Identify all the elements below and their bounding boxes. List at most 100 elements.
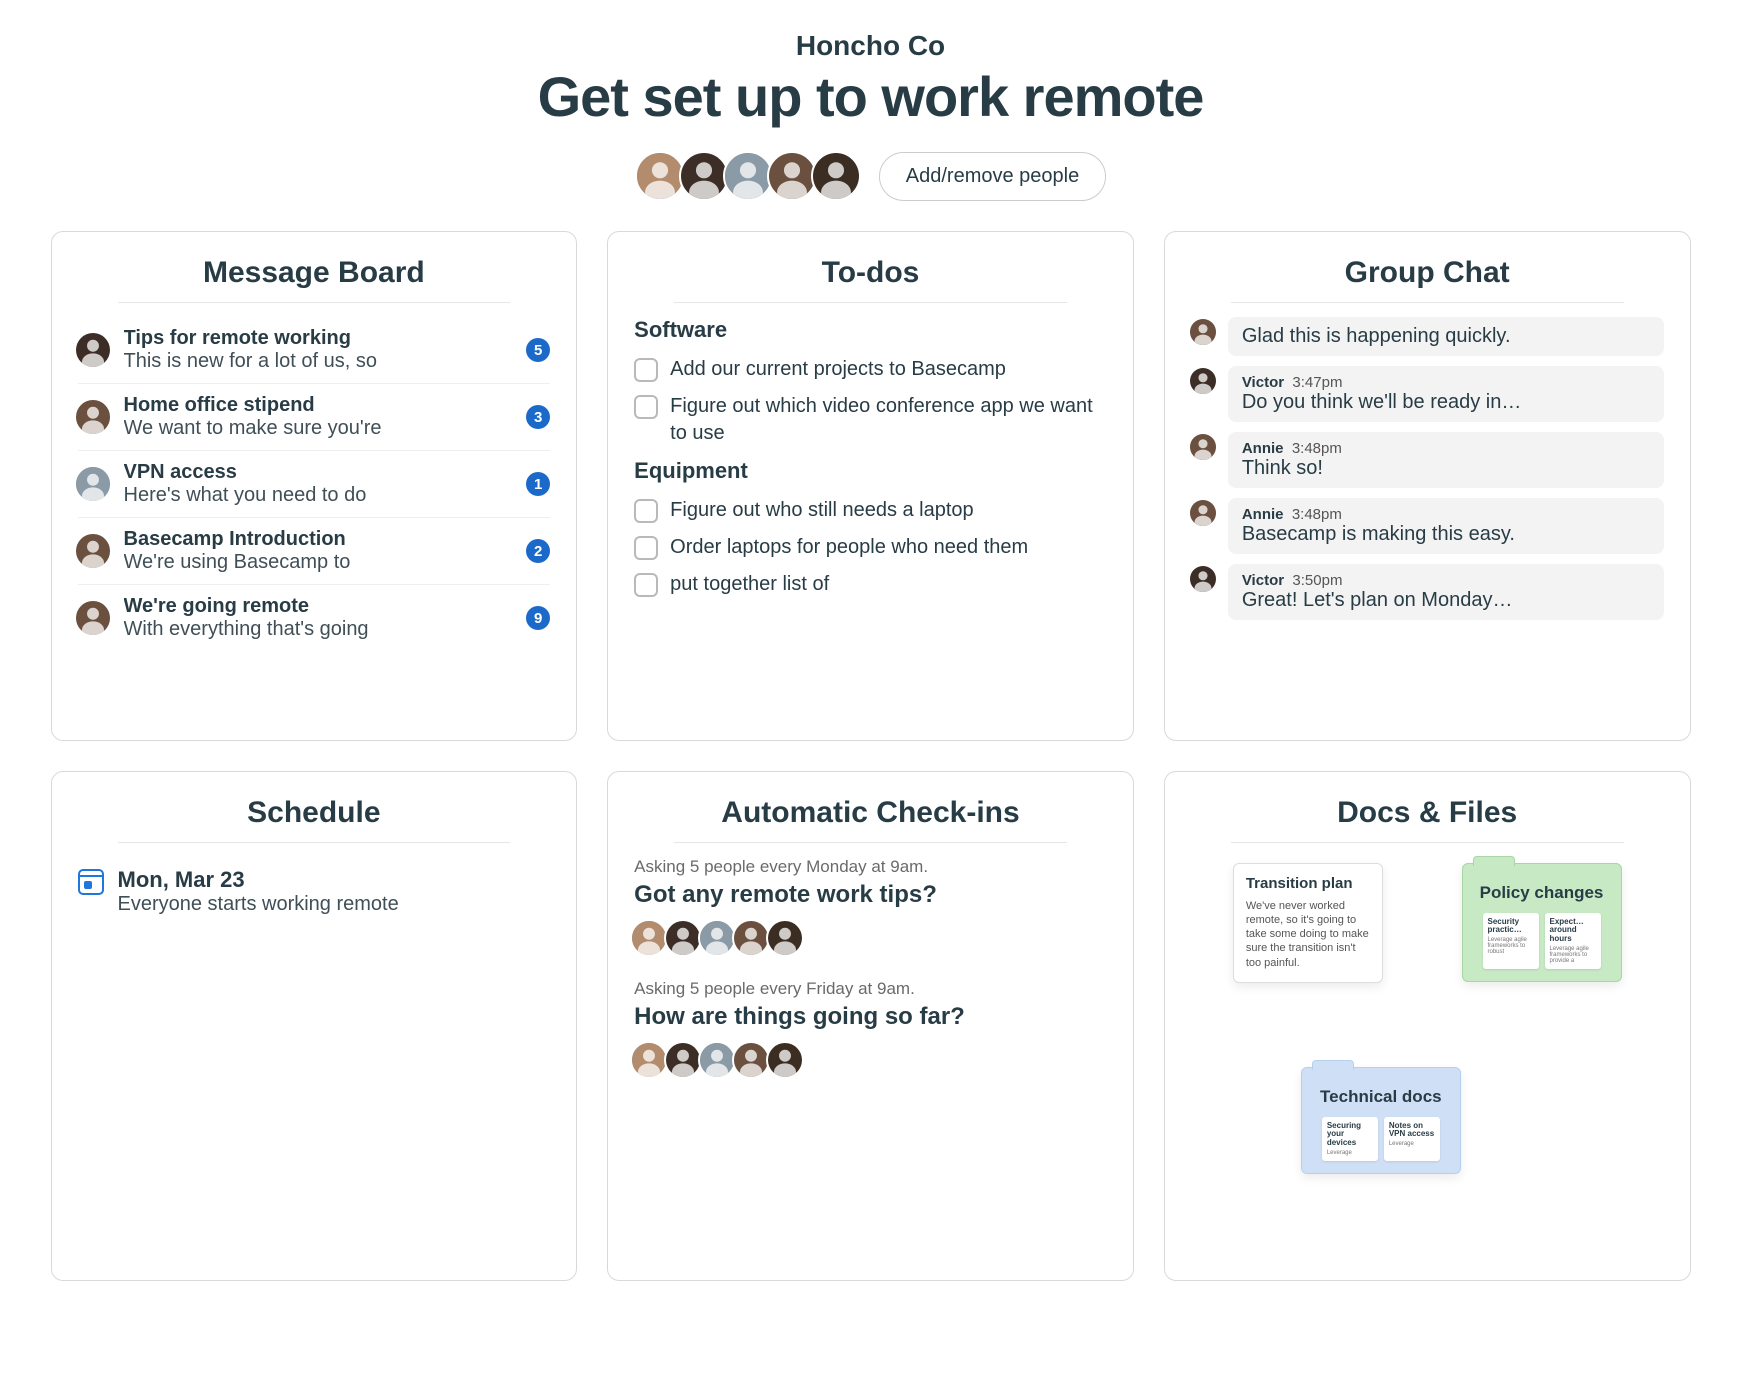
message-row[interactable]: Tips for remote working This is new for …	[78, 317, 551, 384]
chat-message[interactable]: Glad this is happening quickly.	[1191, 317, 1664, 356]
header-avatars[interactable]	[635, 151, 861, 201]
avatar	[1188, 564, 1218, 594]
mini-doc-body: Leverage	[1389, 1141, 1435, 1147]
doc-body: We've never worked remote, so it's going…	[1246, 899, 1370, 970]
unread-badge: 9	[526, 606, 550, 630]
card-title: Group Chat	[1191, 256, 1664, 290]
mini-docs: Security practic… Leverage agile framewo…	[1475, 913, 1609, 969]
folder-tab-icon	[1473, 856, 1515, 866]
card-title: Schedule	[78, 796, 551, 830]
folder-title: Policy changes	[1475, 884, 1609, 903]
add-remove-people-button[interactable]: Add/remove people	[879, 152, 1106, 201]
card-title: To-dos	[634, 256, 1107, 290]
checkin-item[interactable]: Asking 5 people every Friday at 9am. How…	[634, 979, 1107, 1079]
chat-message[interactable]: Annie 3:48pm Think so!	[1191, 432, 1664, 488]
todo-group-title[interactable]: Equipment	[634, 458, 1107, 484]
avatar	[766, 919, 804, 957]
chat-meta: Victor 3:50pm	[1242, 572, 1650, 589]
message-board-card[interactable]: Message Board Tips for remote working Th…	[51, 231, 578, 741]
message-preview: With everything that's going	[124, 618, 515, 641]
folder-technical-docs[interactable]: Technical docs Securing your devices Lev…	[1301, 1067, 1461, 1174]
avatar	[1188, 366, 1218, 396]
doc-transition-plan[interactable]: Transition plan We've never worked remot…	[1233, 863, 1383, 983]
people-row: Add/remove people	[40, 151, 1701, 201]
message-row[interactable]: VPN access Here's what you need to do 1	[78, 451, 551, 518]
avatar	[732, 919, 770, 957]
chat-message[interactable]: Victor 3:50pm Great! Let's plan on Monda…	[1191, 564, 1664, 620]
chat-bubble: Glad this is happening quickly.	[1228, 317, 1664, 356]
checkins-card[interactable]: Automatic Check-ins Asking 5 people ever…	[607, 771, 1134, 1281]
avatar	[74, 398, 112, 436]
checkin-question: Got any remote work tips?	[634, 881, 1107, 909]
folder-policy-changes[interactable]: Policy changes Security practic… Leverag…	[1462, 863, 1622, 982]
avatar[interactable]	[767, 151, 817, 201]
message-text: We're going remote With everything that'…	[124, 595, 515, 641]
todo-label: put together list of	[670, 571, 829, 598]
avatar	[698, 919, 736, 957]
checkbox-icon[interactable]	[634, 499, 658, 523]
group-chat-card[interactable]: Group Chat Glad this is happening quickl…	[1164, 231, 1691, 741]
chat-message[interactable]: Annie 3:48pm Basecamp is making this eas…	[1191, 498, 1664, 554]
schedule-text: Mon, Mar 23 Everyone starts working remo…	[118, 867, 399, 916]
checkin-item[interactable]: Asking 5 people every Monday at 9am. Got…	[634, 857, 1107, 957]
message-title: Tips for remote working	[124, 327, 515, 350]
company-name: Honcho Co	[40, 30, 1701, 62]
schedule-body: Mon, Mar 23 Everyone starts working remo…	[78, 857, 551, 926]
avatar[interactable]	[723, 151, 773, 201]
avatar	[766, 1041, 804, 1079]
message-title: Basecamp Introduction	[124, 528, 515, 551]
schedule-card[interactable]: Schedule Mon, Mar 23 Everyone starts wor…	[51, 771, 578, 1281]
mini-doc-title: Securing your devices	[1327, 1122, 1373, 1148]
avatar	[74, 532, 112, 570]
chat-meta: Annie 3:48pm	[1242, 506, 1650, 523]
avatar[interactable]	[679, 151, 729, 201]
doc-title: Transition plan	[1246, 876, 1370, 893]
mini-doc-title: Security practic…	[1488, 918, 1534, 936]
todo-item[interactable]: Figure out who still needs a laptop	[634, 492, 1107, 529]
divider	[1231, 302, 1624, 303]
todo-item[interactable]: Figure out which video conference app we…	[634, 388, 1107, 452]
docs-files-card[interactable]: Docs & Files Transition plan We've never…	[1164, 771, 1691, 1281]
todo-item[interactable]: put together list of	[634, 566, 1107, 603]
checkbox-icon[interactable]	[634, 395, 658, 419]
avatar	[630, 919, 668, 957]
todos-card[interactable]: To-dos Software Add our current projects…	[607, 231, 1134, 741]
mini-doc: Securing your devices Leverage	[1322, 1117, 1378, 1161]
divider	[1231, 842, 1624, 843]
chat-text: Glad this is happening quickly.	[1242, 325, 1650, 348]
avatar	[1188, 498, 1218, 528]
avatar	[630, 1041, 668, 1079]
unread-badge: 5	[526, 338, 550, 362]
divider	[674, 842, 1067, 843]
avatar	[1188, 317, 1218, 347]
checkbox-icon[interactable]	[634, 536, 658, 560]
chat-meta: Annie 3:48pm	[1242, 440, 1650, 457]
message-row[interactable]: We're going remote With everything that'…	[78, 585, 551, 651]
project-header: Honcho Co Get set up to work remote Add/…	[40, 30, 1701, 201]
mini-doc-body: Leverage agile frameworks to provide a	[1550, 946, 1596, 964]
mini-doc-title: Notes on VPN access	[1389, 1122, 1435, 1140]
checkbox-icon[interactable]	[634, 573, 658, 597]
checkin-avatars	[634, 1041, 1107, 1079]
todo-item[interactable]: Add our current projects to Basecamp	[634, 351, 1107, 388]
mini-doc-body: Leverage agile frameworks to robust	[1488, 937, 1534, 955]
chat-message[interactable]: Victor 3:47pm Do you think we'll be read…	[1191, 366, 1664, 422]
message-preview: Here's what you need to do	[124, 484, 515, 507]
avatar[interactable]	[811, 151, 861, 201]
checkin-question: How are things going so far?	[634, 1003, 1107, 1031]
mini-doc: Notes on VPN access Leverage	[1384, 1117, 1440, 1161]
message-row[interactable]: Basecamp Introduction We're using Baseca…	[78, 518, 551, 585]
todo-group-title[interactable]: Software	[634, 317, 1107, 343]
avatar	[698, 1041, 736, 1079]
avatar	[732, 1041, 770, 1079]
mini-doc-body: Leverage	[1327, 1150, 1373, 1156]
checkbox-icon[interactable]	[634, 358, 658, 382]
message-text: Tips for remote working This is new for …	[124, 327, 515, 373]
todo-item[interactable]: Order laptops for people who need them	[634, 529, 1107, 566]
message-row[interactable]: Home office stipend We want to make sure…	[78, 384, 551, 451]
cards-grid: Message Board Tips for remote working Th…	[51, 231, 1691, 1281]
message-preview: We want to make sure you're	[124, 417, 515, 440]
avatar[interactable]	[635, 151, 685, 201]
message-preview: This is new for a lot of us, so	[124, 350, 515, 373]
schedule-event[interactable]: Mon, Mar 23 Everyone starts working remo…	[78, 857, 551, 926]
